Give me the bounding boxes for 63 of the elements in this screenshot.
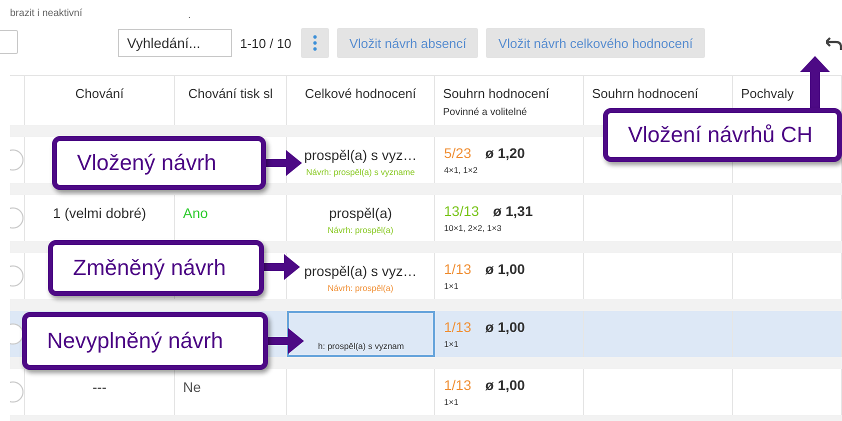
more-button[interactable] xyxy=(301,28,330,58)
grade-count: 5/23 xyxy=(444,145,472,161)
grade-average: ø 1,00 xyxy=(485,261,525,277)
grade-count: 1/13 xyxy=(444,377,472,393)
proposal-hint: Návrh: prospěl(a) xyxy=(328,225,394,235)
proposal-hint: h: prospěl(a) s vyznam xyxy=(318,341,404,351)
column-header: Chování xyxy=(75,86,124,101)
row-select-cell[interactable] xyxy=(10,369,25,415)
row-radio-icon[interactable] xyxy=(10,381,25,403)
callout-tooltip: Nevyplněný návrh xyxy=(22,312,268,370)
overall-grade[interactable]: prospěl(a) xyxy=(328,205,392,221)
row-select-cell[interactable] xyxy=(10,253,25,299)
grade-average: ø 1,20 xyxy=(485,145,525,161)
arrow-icon xyxy=(800,56,830,110)
row-radio-icon[interactable] xyxy=(10,149,25,171)
callout-tooltip: Vložení návrhů CH xyxy=(603,108,842,162)
grade-average: ø 1,31 xyxy=(493,203,533,219)
callout-tooltip: Vložený návrh xyxy=(52,136,266,190)
kebab-menu-icon xyxy=(313,35,318,51)
overall-grade[interactable]: prospěl(a) s vyz… xyxy=(304,147,417,163)
grade-breakdown: 1×1 xyxy=(444,397,460,407)
table-cell[interactable]: prospěl(a) s vyz… Návrh: prospěl(a) xyxy=(287,253,435,299)
grade-count: 1/13 xyxy=(444,261,472,277)
table-cell[interactable] xyxy=(287,369,435,415)
proposal-hint: Návrh: prospěl(a) s vyzname xyxy=(306,167,415,177)
grade-breakdown: 10×1, 2×2, 1×3 xyxy=(444,223,502,233)
column-subheader: Povinné a volitelné xyxy=(443,107,528,118)
arrow-icon xyxy=(266,150,302,176)
column-header: Celkové hodnocení xyxy=(304,86,416,101)
proposal-hint: Návrh: prospěl(a) xyxy=(328,283,394,293)
table-cell[interactable]: h: prospěl(a) s vyznam xyxy=(287,311,435,357)
row-radio-icon[interactable] xyxy=(10,207,25,229)
grade-average: ø 1,00 xyxy=(485,319,525,335)
callout-tooltip: Změněný návrh xyxy=(48,240,264,296)
grade-breakdown: 1×1 xyxy=(444,281,460,291)
column-header: Souhrn hodnocení xyxy=(592,86,698,101)
column-header: Pochvaly xyxy=(741,86,794,101)
table-cell[interactable]: prospěl(a) Návrh: prospěl(a) xyxy=(287,195,435,241)
paging-info: 1-10 / 10 xyxy=(240,36,292,50)
print-status-text: Ano xyxy=(183,205,208,221)
behavior-grade: 1 (velmi dobré) xyxy=(52,205,146,221)
dot-text: . xyxy=(188,10,191,21)
arrow-icon xyxy=(268,328,304,354)
table-cell[interactable]: prospěl(a) s vyz… Návrh: prospěl(a) s vyzname xyxy=(287,137,435,183)
print-status-text: Ne xyxy=(183,379,201,395)
row-radio-icon[interactable] xyxy=(10,265,25,287)
column-header: Chování tisk sl xyxy=(188,86,273,101)
arrow-icon xyxy=(264,254,300,280)
row-select-cell[interactable] xyxy=(10,195,25,241)
input-field[interactable] xyxy=(0,30,18,54)
grade-average: ø 1,00 xyxy=(485,377,525,393)
grade-count: 13/13 xyxy=(444,203,480,219)
grade-count: 1/13 xyxy=(444,319,472,335)
row-radio-icon[interactable] xyxy=(10,323,25,345)
overall-grade[interactable]: prospěl(a) s vyz… xyxy=(304,263,417,279)
filter-label: brazit i neaktivní xyxy=(10,8,82,19)
behavior-grade: --- xyxy=(92,379,106,395)
row-select-cell[interactable] xyxy=(10,137,25,183)
undo-icon[interactable] xyxy=(826,36,842,50)
grade-breakdown: 4×1, 1×2 xyxy=(444,165,479,175)
column-header: Souhrn hodnocení xyxy=(443,86,550,101)
grade-breakdown: 1×1 xyxy=(444,339,460,349)
search-field[interactable]: Vyhledání... xyxy=(118,29,232,57)
